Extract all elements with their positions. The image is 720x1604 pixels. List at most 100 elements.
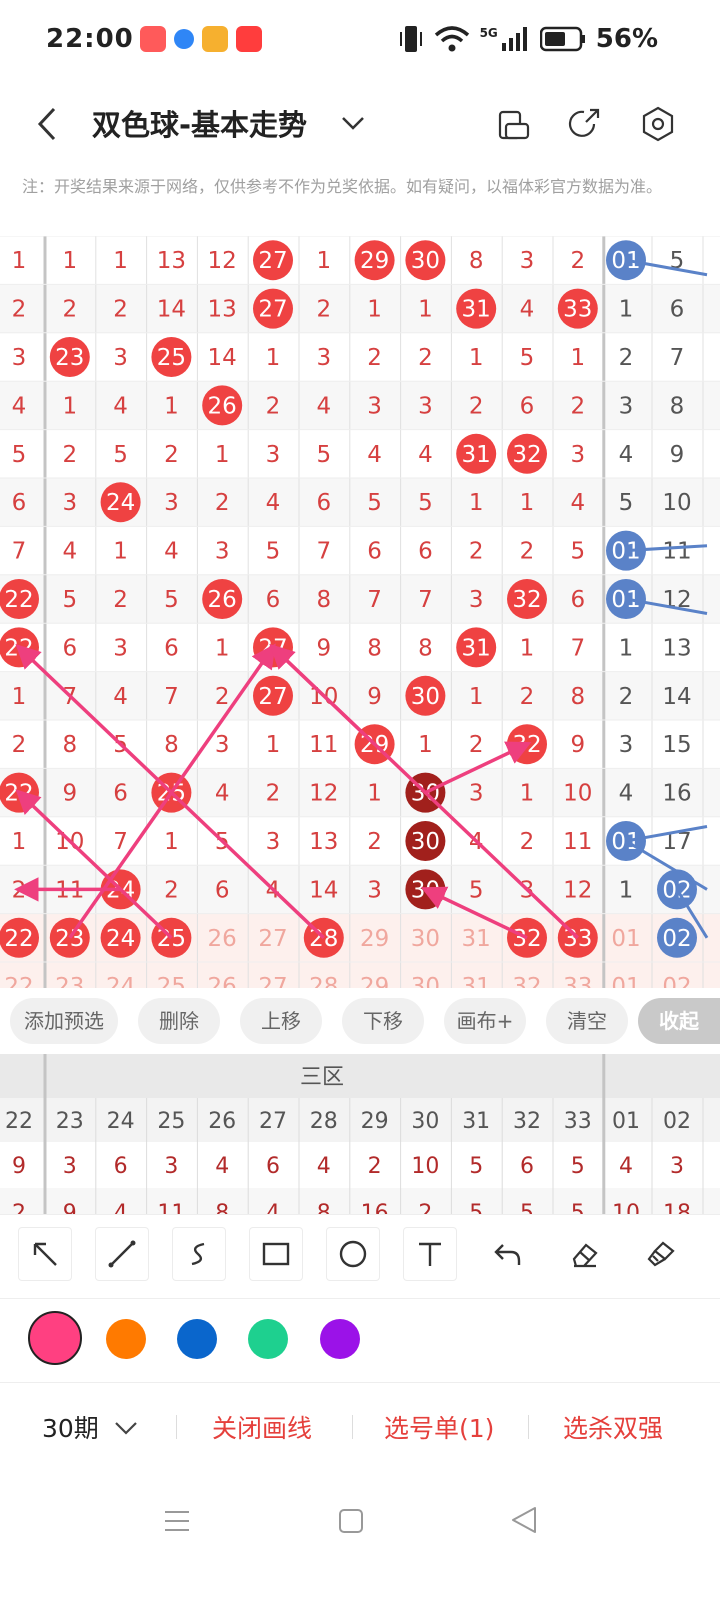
grid-cell[interactable]: 3 xyxy=(266,442,281,468)
grid-cell[interactable]: 9 xyxy=(316,635,331,661)
grid-cell[interactable]: 1 xyxy=(619,635,634,661)
move-down-button[interactable]: 下移 xyxy=(342,998,424,1044)
grid-cell[interactable]: 2 xyxy=(469,539,484,565)
grid-cell[interactable]: 1 xyxy=(62,393,77,419)
grid-cell[interactable]: 32 xyxy=(512,587,541,613)
grid-cell[interactable]: 6 xyxy=(266,587,281,613)
grid-cell[interactable]: 2 xyxy=(619,684,634,710)
grid-cell[interactable]: 1 xyxy=(418,732,433,758)
color-swatch-purple[interactable] xyxy=(320,1319,360,1359)
grid-cell[interactable]: 10 xyxy=(563,781,592,807)
grid-cell[interactable]: 2 xyxy=(316,297,331,323)
grid-cell[interactable]: 1 xyxy=(113,248,128,274)
grid-cell[interactable]: 1 xyxy=(113,539,128,565)
grid-cell[interactable]: 24 xyxy=(106,974,135,988)
grid-cell[interactable]: 1 xyxy=(215,442,230,468)
grid-cell[interactable]: 33 xyxy=(563,974,592,988)
grid-cell[interactable]: 14 xyxy=(662,684,691,710)
grid-cell[interactable]: 3 xyxy=(215,732,230,758)
grid-cell[interactable]: 5 xyxy=(266,539,281,565)
grid-cell[interactable]: 23 xyxy=(55,974,84,988)
grid-cell[interactable]: 2 xyxy=(619,345,634,371)
grid-cell[interactable]: 5 xyxy=(469,877,484,903)
grid-cell[interactable]: 31 xyxy=(462,442,491,468)
grid-cell[interactable]: 02 xyxy=(662,926,691,952)
grid-cell[interactable]: 1 xyxy=(62,248,77,274)
grid-cell[interactable]: 1 xyxy=(266,732,281,758)
grid-cell[interactable]: 1 xyxy=(469,684,484,710)
grid-cell[interactable]: 22 xyxy=(4,587,33,613)
grid-cell[interactable]: 4 xyxy=(520,297,535,323)
grid-cell[interactable]: 25 xyxy=(157,974,186,988)
grid-cell[interactable]: 13 xyxy=(208,297,237,323)
grid-cell[interactable]: 29 xyxy=(360,926,389,952)
grid-cell[interactable]: 8 xyxy=(670,393,685,419)
grid-cell[interactable]: 1 xyxy=(164,829,179,855)
grid-cell[interactable]: 6 xyxy=(62,635,77,661)
grid-cell[interactable]: 9 xyxy=(62,781,77,807)
grid-cell[interactable]: 13 xyxy=(309,829,338,855)
grid-cell[interactable]: 31 xyxy=(462,297,491,323)
grid-cell[interactable]: 30 xyxy=(411,684,440,710)
home-icon[interactable] xyxy=(336,1506,366,1536)
grid-cell[interactable]: 3 xyxy=(619,393,634,419)
grid-cell[interactable]: 4 xyxy=(113,684,128,710)
grid-cell[interactable]: 13 xyxy=(662,635,691,661)
settings-hex-icon[interactable] xyxy=(638,104,678,144)
pick-list-button[interactable]: 选号单(1) xyxy=(384,1409,494,1445)
grid-cell[interactable]: 3 xyxy=(316,345,331,371)
grid-cell[interactable]: 3 xyxy=(469,781,484,807)
grid-cell[interactable]: 14 xyxy=(208,345,237,371)
grid-cell[interactable]: 7 xyxy=(670,345,685,371)
grid-cell[interactable]: 1 xyxy=(469,345,484,371)
grid-cell[interactable]: 2 xyxy=(62,442,77,468)
grid-cell[interactable]: 5 xyxy=(570,539,585,565)
chevron-down-icon[interactable] xyxy=(340,112,366,134)
grid-cell[interactable]: 1 xyxy=(619,877,634,903)
grid-cell[interactable]: 7 xyxy=(164,684,179,710)
grid-cell[interactable]: 8 xyxy=(418,635,433,661)
grid-cell[interactable]: 4 xyxy=(215,781,230,807)
color-swatch-orange[interactable] xyxy=(106,1319,146,1359)
grid-cell[interactable]: 1 xyxy=(215,635,230,661)
grid-cell[interactable]: 6 xyxy=(670,297,685,323)
grid-cell[interactable]: 3 xyxy=(164,490,179,516)
kill-strong-button[interactable]: 选杀双强 xyxy=(563,1409,663,1445)
grid-cell[interactable]: 1 xyxy=(316,248,331,274)
grid-cell[interactable]: 2 xyxy=(266,393,281,419)
grid-cell[interactable]: 11 xyxy=(309,732,338,758)
grid-cell[interactable]: 3 xyxy=(367,877,382,903)
grid-cell[interactable]: 8 xyxy=(62,732,77,758)
grid-cell[interactable]: 4 xyxy=(316,393,331,419)
grid-cell[interactable]: 8 xyxy=(570,684,585,710)
trend-grid[interactable]: 1 1 1 13 12 27 1 29 30 8 3 2 01 5 2 2 2 14 13 27 2 1 1 31 4 33 1 6 3… xyxy=(0,236,720,988)
grid-cell[interactable]: 6 xyxy=(164,635,179,661)
grid-cell[interactable]: 1 xyxy=(520,490,535,516)
grid-cell[interactable]: 3 xyxy=(619,732,634,758)
move-up-button[interactable]: 上移 xyxy=(240,998,322,1044)
grid-cell[interactable]: 6 xyxy=(367,539,382,565)
grid-cell[interactable]: 30 xyxy=(411,248,440,274)
grid-cell[interactable]: 13 xyxy=(157,248,186,274)
grid-cell[interactable]: 31 xyxy=(462,635,491,661)
grid-cell[interactable]: 2 xyxy=(469,393,484,419)
grid-cell[interactable]: 5 xyxy=(367,490,382,516)
grid-cell[interactable]: 2 xyxy=(164,442,179,468)
grid-cell[interactable]: 2 xyxy=(12,732,27,758)
grid-cell[interactable]: 7 xyxy=(316,539,331,565)
grid-cell[interactable]: 27 xyxy=(258,926,287,952)
grid-cell[interactable]: 10 xyxy=(662,490,691,516)
grid-cell[interactable]: 29 xyxy=(360,974,389,988)
grid-cell[interactable]: 01 xyxy=(611,926,640,952)
grid-cell[interactable]: 3 xyxy=(113,635,128,661)
grid-cell[interactable]: 31 xyxy=(462,974,491,988)
grid-cell[interactable]: 4 xyxy=(62,539,77,565)
grid-cell[interactable]: 02 xyxy=(662,974,691,988)
grid-cell[interactable]: 2 xyxy=(520,684,535,710)
grid-cell[interactable]: 9 xyxy=(367,684,382,710)
back-arrow-icon[interactable] xyxy=(30,104,64,144)
grid-cell[interactable]: 1 xyxy=(266,345,281,371)
grid-cell[interactable]: 2 xyxy=(520,829,535,855)
grid-cell[interactable]: 2 xyxy=(418,345,433,371)
grid-cell[interactable]: 6 xyxy=(12,490,27,516)
